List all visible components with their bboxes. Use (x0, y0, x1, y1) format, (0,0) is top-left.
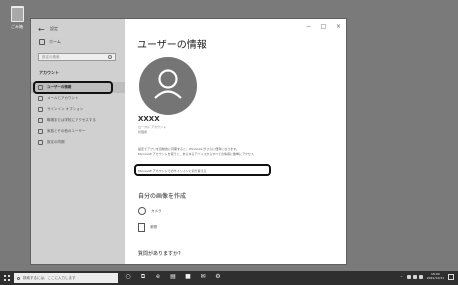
sync-notice-line-1: 設定でアプリを自動的に同期すると、Windows がさらに便利になります。 (138, 147, 239, 151)
tray-chevron-icon[interactable]: ^ (400, 275, 403, 279)
switch-to-microsoft-account-link[interactable]: Microsoft アカウントでのサインインに切り替える (138, 169, 207, 174)
sidebar-item-user-info[interactable]: ユーザーの情報 (31, 82, 125, 93)
sidebar-item-label: 設定の同期 (47, 140, 65, 144)
search-icon (108, 55, 112, 59)
browse-icon (138, 223, 145, 232)
sidebar-item-work-school[interactable]: 職場または学校にアクセスする (31, 115, 125, 126)
close-button[interactable]: × (331, 19, 346, 33)
store-icon[interactable]: ■ (184, 273, 192, 281)
window-title: 設定 (50, 26, 58, 31)
sidebar-item-sync-settings[interactable]: 設定の同期 (31, 137, 125, 148)
picture-section-heading: 自分の画像を作成 (138, 193, 187, 200)
sync-icon (38, 140, 43, 145)
user-avatar-icon (139, 57, 197, 115)
notification-icon[interactable] (448, 273, 454, 280)
maximize-button[interactable]: □ (316, 19, 331, 33)
home-icon (39, 39, 45, 45)
sidebar-home-link[interactable]: ホーム (39, 39, 61, 45)
help-question: 質問がありますか? (138, 251, 181, 257)
taskbar-search-placeholder: 検索するには、ここに入力します (23, 275, 76, 280)
network-icon[interactable] (412, 274, 417, 279)
volume-icon[interactable] (418, 274, 423, 279)
sidebar-item-label: 家族とその他のユーザー (47, 129, 86, 133)
avatar-person-icon (154, 69, 182, 99)
sidebar-item-label: 職場または学校にアクセスする (47, 118, 96, 122)
settings-search-input[interactable]: 設定の検索 (38, 53, 116, 61)
taskbar-search-icon (17, 276, 20, 280)
cortana-icon[interactable]: ○ (124, 273, 132, 281)
sync-notice-line-2: Microsoft アカウントを使うと、あらゆるデバイスからすべての情報に簡単に… (138, 152, 254, 156)
taskbar: 検索するには、ここに入力します ○ ⧉ e ▤ ■ ✉ ⚙ ^ 18:00 20… (0, 271, 458, 285)
clock[interactable]: 18:00 2022/12/31 (426, 272, 444, 280)
sidebar-item-label: メールとアカウント (47, 96, 79, 100)
battery-icon[interactable] (406, 274, 411, 279)
edge-icon[interactable]: e (154, 273, 162, 281)
mail-app-icon[interactable]: ✉ (199, 273, 207, 281)
sidebar-section-title: アカウント (39, 70, 59, 75)
browse-option[interactable]: 参照 (138, 223, 157, 232)
sidebar-item-sign-in-options[interactable]: サインイン オプション (31, 104, 125, 115)
settings-main-panel: − □ × ユーザーの情報 XXXX ローカル アカウント 管理者 設定でアプリ… (125, 19, 346, 264)
people-icon (38, 129, 43, 134)
window-controls: − □ × (301, 19, 346, 33)
settings-search-placeholder: 設定の検索 (42, 54, 60, 59)
page-title: ユーザーの情報 (137, 40, 207, 51)
settings-sidebar: ← 設定 ホーム 設定の検索 アカウント ユーザーの情報 メールとアカウント サ… (31, 19, 125, 264)
sidebar-item-label: サインイン オプション (47, 107, 84, 111)
browse-label: 参照 (150, 225, 157, 229)
recycle-bin-shortcut[interactable]: ごみ箱 (8, 6, 26, 31)
task-view-icon[interactable]: ⧉ (139, 273, 147, 281)
sidebar-item-mail-accounts[interactable]: メールとアカウント (31, 93, 125, 104)
start-button[interactable] (3, 274, 11, 282)
mail-icon (38, 96, 43, 101)
user-info-icon (38, 85, 43, 90)
camera-icon (138, 207, 146, 215)
briefcase-icon (38, 118, 43, 123)
tray-icons (406, 274, 423, 279)
recycle-bin-icon (10, 6, 24, 22)
back-icon[interactable]: ← (38, 26, 45, 34)
settings-app-icon[interactable]: ⚙ (214, 273, 222, 281)
camera-option[interactable]: カメラ (138, 207, 162, 215)
sidebar-item-label: ユーザーの情報 (47, 85, 72, 89)
sidebar-menu: ユーザーの情報 メールとアカウント サインイン オプション 職場または学校にアク… (31, 82, 125, 148)
settings-window: ← 設定 ホーム 設定の検索 アカウント ユーザーの情報 メールとアカウント サ… (30, 18, 347, 265)
taskbar-apps: ○ ⧉ e ▤ ■ ✉ ⚙ (124, 273, 222, 281)
account-name: XXXX (138, 115, 160, 123)
taskbar-search-box[interactable]: 検索するには、ここに入力します (14, 273, 118, 283)
account-type: ローカル アカウント (138, 125, 166, 129)
explorer-icon[interactable]: ▤ (169, 273, 177, 281)
account-role: 管理者 (138, 130, 148, 134)
recycle-bin-label: ごみ箱 (11, 24, 23, 29)
clock-date: 2022/12/31 (426, 275, 444, 280)
windows-logo-icon (4, 275, 10, 281)
sidebar-item-family-users[interactable]: 家族とその他のユーザー (31, 126, 125, 137)
minimize-button[interactable]: − (301, 19, 316, 33)
desktop-background: ごみ箱 ← 設定 ホーム 設定の検索 アカウント ユーザーの情報 メールとアカウ… (0, 0, 458, 271)
system-tray: ^ 18:00 2022/12/31 (400, 272, 454, 280)
key-icon (38, 107, 43, 112)
sidebar-home-label: ホーム (49, 39, 61, 44)
camera-label: カメラ (151, 208, 162, 213)
